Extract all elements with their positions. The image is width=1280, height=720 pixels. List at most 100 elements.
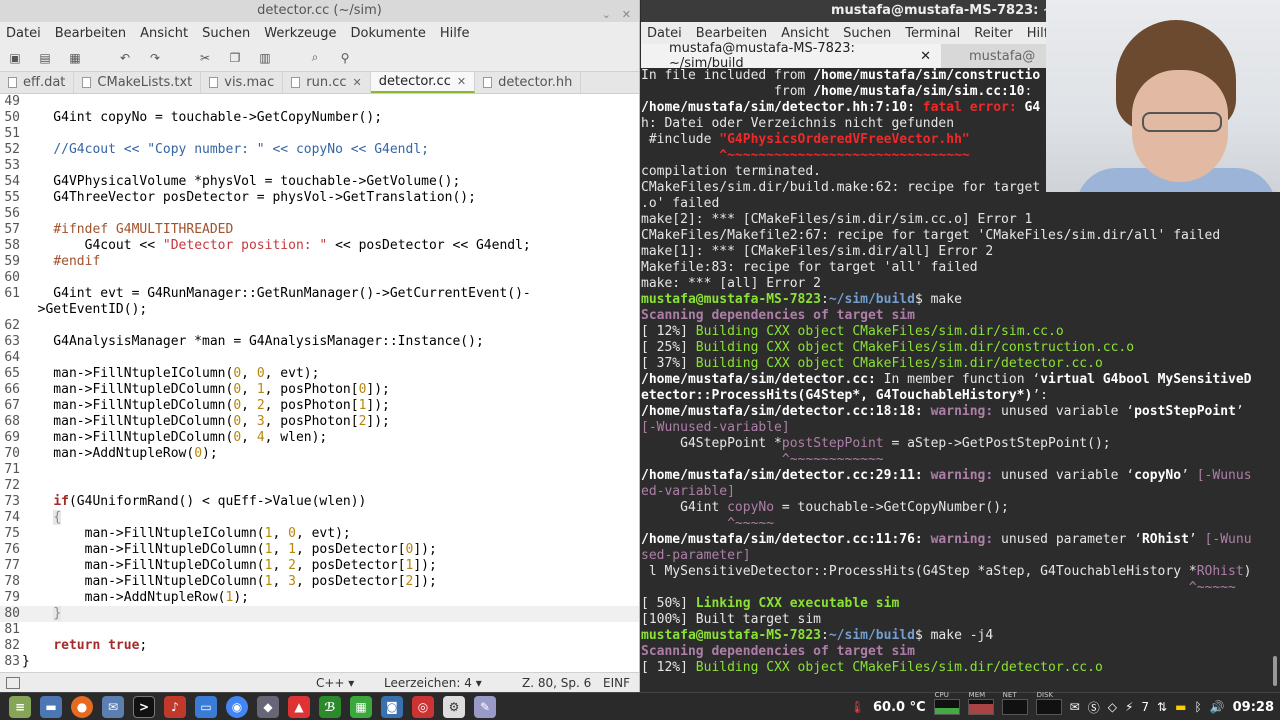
open-file-icon[interactable]: ▤ — [36, 49, 54, 67]
app-icon-2[interactable]: ◆ — [257, 695, 279, 718]
code-line[interactable]: 78 man->FillNtupleDColumn(1, 3, posDetec… — [0, 574, 639, 590]
code-line[interactable]: 75 man->FillNtupleIColumn(1, 0, evt); — [0, 526, 639, 542]
terminal-scrollbar[interactable] — [1273, 656, 1277, 686]
tab-detector-cc[interactable]: detector.cc ✕ — [370, 72, 476, 93]
tab-vis-mac[interactable]: vis.mac — [201, 72, 284, 93]
tab-cmakelists[interactable]: CMakeLists.txt — [74, 72, 202, 93]
code-line[interactable]: 60 — [0, 270, 639, 286]
code-line[interactable]: 80 } — [0, 606, 639, 622]
code-line[interactable]: 53 — [0, 158, 639, 174]
app-icon-5[interactable]: ◎ — [412, 695, 434, 718]
menu-reiter[interactable]: Reiter — [974, 26, 1013, 41]
code-line[interactable]: 69 man->FillNtupleDColumn(0, 4, wlen); — [0, 430, 639, 446]
files-icon[interactable]: ▭ — [195, 695, 217, 718]
save-icon[interactable]: ▦ — [66, 49, 84, 67]
code-line[interactable]: 58 G4cout << "Detector position: " << po… — [0, 238, 639, 254]
code-line[interactable]: 50 G4int copyNo = touchable->GetCopyNumb… — [0, 110, 639, 126]
minimize-icon[interactable]: ⌄ — [602, 4, 611, 26]
cpu-graph[interactable]: CPU — [933, 691, 960, 715]
menu-terminal[interactable]: Terminal — [905, 26, 960, 41]
mem-graph[interactable]: MEM — [967, 691, 994, 715]
close-tab-icon[interactable]: ✕ — [457, 75, 466, 88]
terminal-icon[interactable]: > — [133, 695, 155, 718]
chrome-icon[interactable]: ◉ — [226, 695, 248, 718]
firefox-icon[interactable]: ● — [71, 695, 93, 718]
code-line[interactable]: 67 man->FillNtupleDColumn(0, 2, posPhoto… — [0, 398, 639, 414]
code-line[interactable]: 82 return true; — [0, 638, 639, 654]
code-line[interactable]: 71 — [0, 462, 639, 478]
show-desktop-icon[interactable]: ▬ — [40, 695, 62, 718]
menu-suchen[interactable]: Suchen — [202, 26, 250, 41]
code-line[interactable]: 64 — [0, 350, 639, 366]
tab-run-cc[interactable]: run.cc ✕ — [283, 72, 371, 93]
close-tab-icon[interactable]: ✕ — [920, 49, 931, 64]
code-line[interactable]: 74 { — [0, 510, 639, 526]
code-line[interactable]: 61 G4int evt = G4RunManager::GetRunManag… — [0, 286, 639, 302]
code-line[interactable]: 70 man->AddNtupleRow(0); — [0, 446, 639, 462]
new-file-icon[interactable]: ▣ — [6, 49, 24, 67]
code-line[interactable]: 49 — [0, 94, 639, 110]
code-line[interactable]: >GetEventID(); — [0, 302, 639, 318]
notification-count[interactable]: 7 — [1141, 700, 1149, 714]
camera-icon[interactable]: ◙ — [381, 695, 403, 718]
menu-bearbeiten[interactable]: Bearbeiten — [696, 26, 767, 41]
disk-graph[interactable]: DISK — [1035, 691, 1062, 715]
menu-dokumente[interactable]: Dokumente — [351, 26, 426, 41]
settings-icon[interactable]: ⚙ — [443, 695, 465, 718]
code-line[interactable]: 55 G4ThreeVector posDetector = physVol->… — [0, 190, 639, 206]
code-line[interactable]: 83} — [0, 654, 639, 670]
net-graph[interactable]: NET — [1001, 691, 1028, 715]
code-line[interactable]: 77 man->FillNtupleDColumn(1, 2, posDetec… — [0, 558, 639, 574]
mail-tray-icon[interactable]: ✉ — [1070, 700, 1080, 714]
side-panel-toggle-icon[interactable] — [6, 676, 20, 689]
code-line[interactable]: 59 #endif — [0, 254, 639, 270]
clock[interactable]: 09:28 — [1233, 700, 1274, 715]
code-line[interactable]: 72 — [0, 478, 639, 494]
editor-icon[interactable]: ✎ — [474, 695, 496, 718]
menu-datei[interactable]: Datei — [6, 26, 41, 41]
code-line[interactable]: 63 G4AnalysisManager *man = G4AnalysisMa… — [0, 334, 639, 350]
network-icon[interactable]: ⇅ — [1157, 700, 1167, 714]
code-line[interactable]: 54 G4VPhysicalVolume *physVol = touchabl… — [0, 174, 639, 190]
copy-icon[interactable]: ❐ — [226, 49, 244, 67]
app-icon-3[interactable]: ▲ — [288, 695, 310, 718]
code-line[interactable]: 56 — [0, 206, 639, 222]
spreadsheet-icon[interactable]: ▦ — [350, 695, 372, 718]
code-line[interactable]: 81 — [0, 622, 639, 638]
skype-icon[interactable]: Ⓢ — [1088, 699, 1100, 716]
app-icon[interactable]: ♪ — [164, 695, 186, 718]
code-line[interactable]: 73 if(G4UniformRand() < quEff->Value(wle… — [0, 494, 639, 510]
close-tab-icon[interactable]: ✕ — [353, 76, 362, 89]
terminal-tab-2[interactable]: mustafa@ — [941, 44, 1046, 68]
editor-titlebar[interactable]: detector.cc (~/sim) ⌄ ✕ — [0, 0, 639, 22]
menu-ansicht[interactable]: Ansicht — [140, 26, 188, 41]
menu-hilfe[interactable]: Hilfe — [440, 26, 470, 41]
code-line[interactable]: 65 man->FillNtupleIColumn(0, 0, evt); — [0, 366, 639, 382]
menu-suchen[interactable]: Suchen — [843, 26, 891, 41]
cut-icon[interactable]: ✂ — [196, 49, 214, 67]
bluetooth-icon[interactable]: ᛒ — [1194, 700, 1201, 714]
terminal-tab-build[interactable]: mustafa@mustafa-MS-7823: ~/sim/build ✕ — [641, 41, 941, 71]
code-line[interactable]: 79 man->AddNtupleRow(1); — [0, 590, 639, 606]
keyboard-layout-icon[interactable]: ▬ — [1175, 700, 1186, 714]
indent-selector[interactable]: Leerzeichen: 4 ▾ — [384, 676, 482, 690]
code-editor[interactable]: 49 50 G4int copyNo = touchable->GetCopyNu… — [0, 94, 639, 672]
volume-icon[interactable]: 🔊 — [1210, 700, 1225, 714]
code-line[interactable]: 62 — [0, 318, 639, 334]
tab-eff-dat[interactable]: eff.dat — [0, 72, 75, 93]
dropbox-icon[interactable]: ◇ — [1108, 700, 1117, 714]
app-icon-4[interactable]: ℬ — [319, 695, 341, 718]
search-icon[interactable]: ⌕ — [306, 49, 324, 67]
code-line[interactable]: 66 man->FillNtupleDColumn(0, 1, posPhoto… — [0, 382, 639, 398]
code-line[interactable]: 52 //G4cout << "Copy number: " << copyNo… — [0, 142, 639, 158]
menu-datei[interactable]: Datei — [647, 26, 682, 41]
code-line[interactable]: 57 #ifndef G4MULTITHREADED — [0, 222, 639, 238]
menu-icon[interactable]: ≡ — [9, 695, 31, 718]
close-icon[interactable]: ✕ — [622, 4, 631, 26]
menu-ansicht[interactable]: Ansicht — [781, 26, 829, 41]
paste-icon[interactable]: ▥ — [256, 49, 274, 67]
menu-bearbeiten[interactable]: Bearbeiten — [55, 26, 126, 41]
language-selector[interactable]: C++ ▾ — [316, 676, 354, 690]
tab-detector-hh[interactable]: detector.hh — [475, 72, 582, 93]
redo-icon[interactable]: ↷ — [146, 49, 164, 67]
